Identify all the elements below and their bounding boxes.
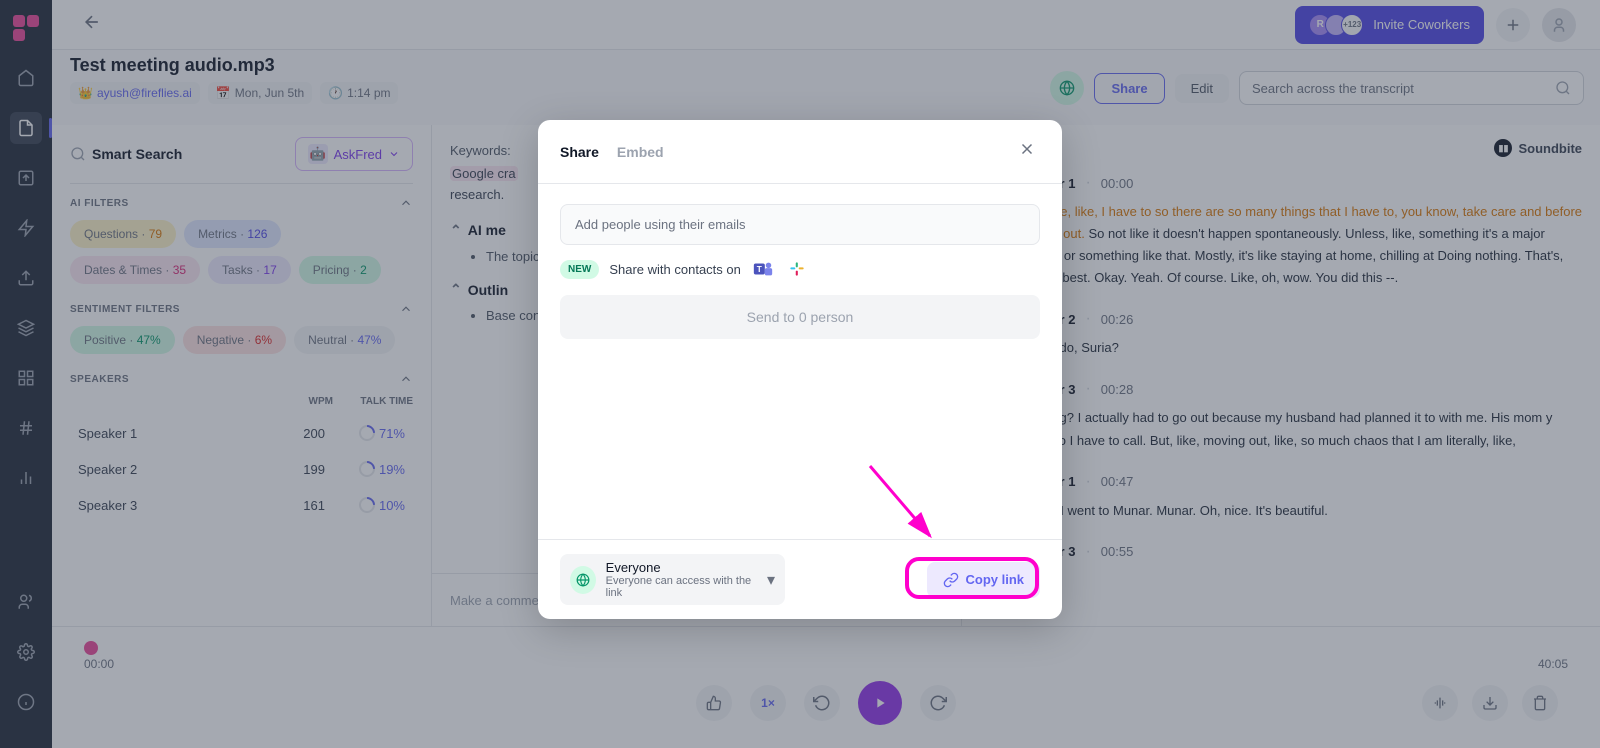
access-title: Everyone bbox=[606, 560, 757, 575]
slack-icon[interactable] bbox=[785, 257, 809, 281]
share-modal: Share Embed Add people using their email… bbox=[538, 120, 1062, 619]
new-badge: NEW bbox=[560, 260, 599, 279]
globe-icon bbox=[570, 566, 596, 594]
email-input[interactable]: Add people using their emails bbox=[560, 204, 1040, 245]
access-dropdown[interactable]: Everyone Everyone can access with the li… bbox=[560, 554, 785, 605]
share-with-label: Share with contacts on bbox=[609, 262, 741, 277]
svg-text:T: T bbox=[757, 265, 762, 274]
modal-close-button[interactable] bbox=[1014, 136, 1040, 167]
access-subtitle: Everyone can access with the link bbox=[606, 575, 757, 599]
send-button[interactable]: Send to 0 person bbox=[560, 295, 1040, 339]
teams-icon[interactable]: T bbox=[751, 257, 775, 281]
tab-embed[interactable]: Embed bbox=[617, 144, 664, 160]
annotation-box bbox=[905, 557, 1039, 599]
tab-share[interactable]: Share bbox=[560, 144, 599, 160]
chevron-down-icon: ▾ bbox=[767, 570, 775, 590]
